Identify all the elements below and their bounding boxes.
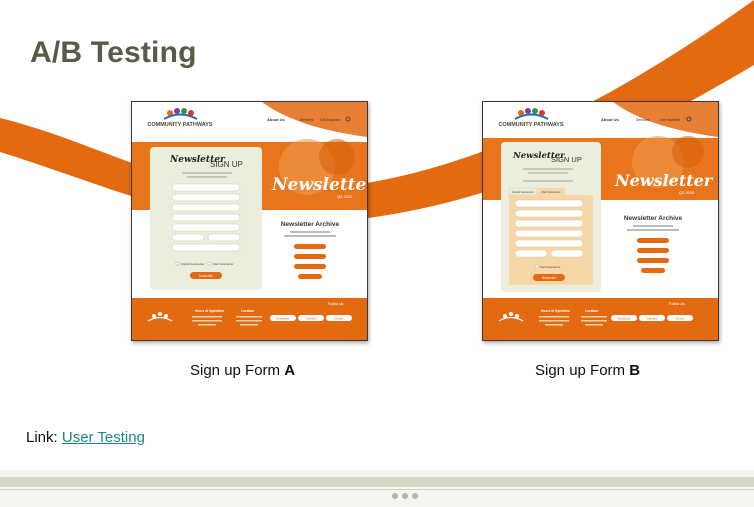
archive-title: Newsletter Archive bbox=[281, 221, 340, 228]
signup-form-b-screenshot: COMMUNITY PATHWAYS About Us Services Get… bbox=[482, 101, 719, 341]
footer-btn-donate: Donate bbox=[675, 316, 684, 320]
tab-digital: Digital Newsletter bbox=[512, 190, 534, 194]
caption-a-letter: A bbox=[284, 362, 296, 379]
footer-location: Location bbox=[241, 309, 254, 313]
caption-a-text: Sign up Form bbox=[190, 362, 285, 379]
footer-btn-calendar: Calendar bbox=[305, 316, 316, 320]
footer-hours: Hours of Operation bbox=[195, 309, 224, 313]
nav-services: Services bbox=[300, 118, 314, 122]
pager-dot[interactable] bbox=[392, 493, 398, 499]
follow-us: Follow Us bbox=[328, 302, 344, 306]
nav-about: About Us bbox=[267, 117, 286, 122]
caption-form-a: Sign up Form A bbox=[190, 362, 295, 379]
follow-us: Follow Us bbox=[669, 302, 685, 306]
nav-get-involved: Get Involved bbox=[320, 118, 340, 122]
form-title: SIGN UP bbox=[551, 155, 582, 164]
footer-location: Location bbox=[585, 309, 598, 313]
footer-btn-newsletter: Newsletter bbox=[617, 316, 630, 320]
footer-btn-calendar: Calendar bbox=[646, 316, 657, 320]
logo-text: COMMUNITY PATHWAYS bbox=[498, 122, 564, 128]
footer-btn-newsletter: Newsletter bbox=[276, 316, 289, 320]
archive-title: Newsletter Archive bbox=[624, 215, 683, 222]
hero-title: Newsletter bbox=[271, 175, 367, 195]
footer-btn-donate: Donate bbox=[334, 316, 343, 320]
user-testing-link[interactable]: User Testing bbox=[62, 429, 145, 446]
nav-about: About Us bbox=[601, 117, 620, 122]
subscribe-button: Subscribe bbox=[199, 274, 213, 278]
checkbox-digital: Digital Newsletter bbox=[181, 262, 204, 266]
subscribe-button: Subscribe bbox=[542, 276, 556, 280]
hero-sub: Q3 2020 bbox=[337, 194, 353, 199]
logo-text: COMMUNITY PATHWAYS bbox=[147, 122, 213, 128]
form-title: SIGN UP bbox=[210, 160, 243, 169]
footer-divider bbox=[0, 489, 754, 490]
link-line: Link: User Testing bbox=[26, 429, 145, 446]
caption-form-b: Sign up Form B bbox=[535, 362, 640, 379]
pager-dot[interactable] bbox=[402, 493, 408, 499]
checkbox-mail: Mail Newsletter bbox=[213, 262, 234, 266]
pager-dot[interactable] bbox=[412, 493, 418, 499]
slide: A/B Testing COMMUNITY PATHWAYS About Us … bbox=[0, 0, 754, 470]
footer-hours: Hours of Operation bbox=[541, 309, 570, 313]
hero-title: Newsletter bbox=[614, 171, 714, 190]
checkbox-mail: Mail Newsletter bbox=[540, 265, 561, 269]
footer-band bbox=[0, 477, 754, 487]
caption-b-text: Sign up Form bbox=[535, 362, 630, 379]
tab-mail: Mail Newsletter bbox=[541, 190, 560, 194]
caption-b-letter: B bbox=[629, 362, 641, 379]
nav-services: Services bbox=[636, 118, 650, 122]
slide-title: A/B Testing bbox=[30, 36, 197, 69]
hero-sub: Q3 2020 bbox=[679, 190, 695, 195]
signup-form-a-screenshot: COMMUNITY PATHWAYS About Us Services Get… bbox=[131, 101, 368, 341]
link-prefix: Link: bbox=[26, 429, 62, 446]
slide-pager-dots[interactable] bbox=[392, 493, 418, 499]
nav-get-involved: Get Involved bbox=[660, 118, 680, 122]
